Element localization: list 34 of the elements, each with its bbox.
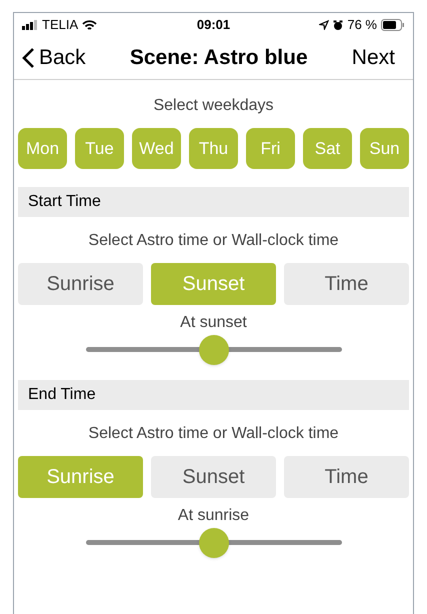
carrier-name: TELIA [42,16,78,34]
weekday-toggle[interactable]: Thu [189,128,238,169]
segment-option[interactable]: Time [284,456,409,498]
time-caption: At sunset [180,314,247,331]
section-header: End Time [18,380,409,410]
section-prompt: Select Astro time or Wall-clock time [88,232,339,249]
segment-option[interactable]: Sunrise [18,263,143,305]
segment-option[interactable]: Time [284,263,409,305]
wifi-icon [82,20,98,30]
weekday-toggle[interactable]: Tue [75,128,124,169]
next-button[interactable]: Next [352,42,405,74]
location-icon [319,20,330,30]
section-prompt: Select Astro time or Wall-clock time [88,425,339,442]
screen-title: Scene: Astro blue [130,45,308,72]
status-time: 09:01 [196,16,230,34]
chevron-left-icon [22,47,35,69]
signal-icon [22,20,38,30]
weekday-toggle[interactable]: Sun [360,128,409,169]
segment-option[interactable]: Sunset [151,456,276,498]
battery-percent: 76 % [347,16,377,34]
section-header: Start Time [18,187,409,217]
time-caption: At sunrise [178,507,250,524]
slider-thumb[interactable] [198,334,228,364]
segment-option[interactable]: Sunset [151,263,276,305]
weekday-toggle[interactable]: Wed [132,128,181,169]
weekday-toggle[interactable]: Sat [303,128,352,169]
weekday-toggle[interactable]: Mon [18,128,67,169]
weekday-toggle[interactable]: Fri [246,128,295,169]
back-button[interactable]: Back [22,42,86,74]
slider-thumb[interactable] [198,528,228,558]
alarm-icon [333,20,344,30]
segment-option[interactable]: Sunrise [18,456,143,498]
weekdays-label: Select weekdays [153,97,274,114]
battery-icon [381,19,405,31]
